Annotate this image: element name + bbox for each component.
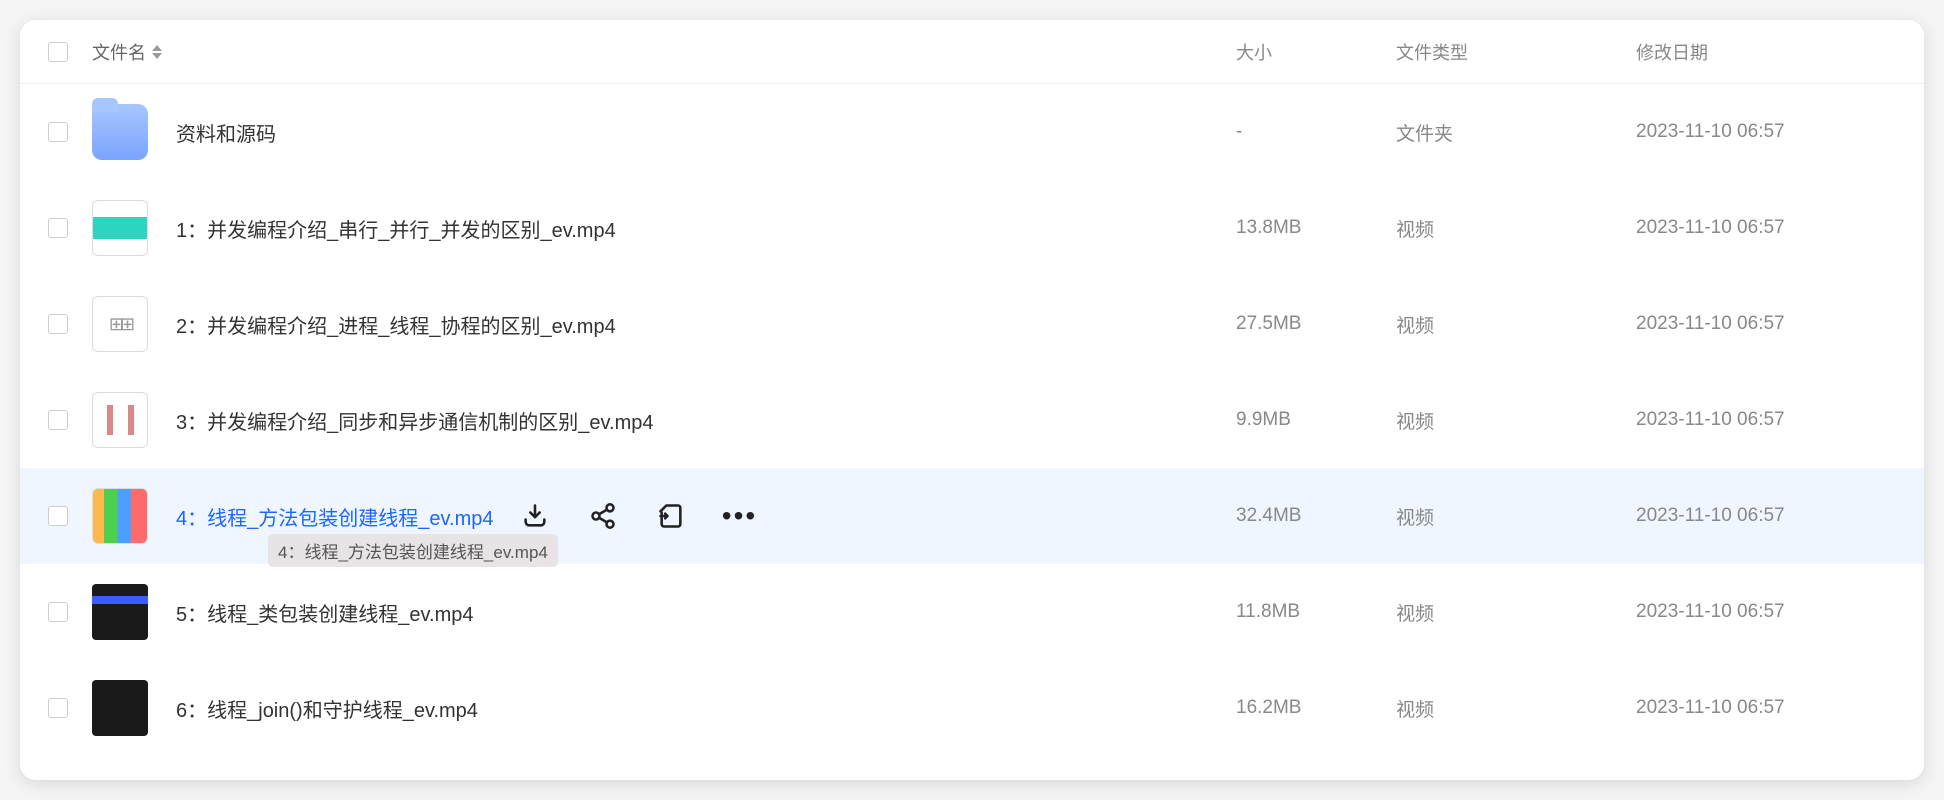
rows-container: 资料和源码 - 文件夹 2023-11-10 06:57 1：并发编程介绍_串行… bbox=[20, 84, 1924, 756]
filename-tooltip: 4：线程_方法包装创建线程_ev.mp4 bbox=[268, 534, 558, 567]
column-header-name-label: 文件名 bbox=[92, 39, 146, 65]
row-checkbox-cell bbox=[48, 698, 92, 718]
date-cell: 2023-11-10 06:57 bbox=[1636, 697, 1896, 719]
row-checkbox-cell bbox=[48, 506, 92, 526]
size-cell: 9.9MB bbox=[1236, 409, 1396, 431]
save-to-icon[interactable] bbox=[657, 502, 685, 530]
file-thumbnail-icon bbox=[92, 296, 148, 352]
row-checkbox-cell bbox=[48, 602, 92, 622]
file-name-label[interactable]: 1：并发编程介绍_串行_并行_并发的区别_ev.mp4 bbox=[176, 214, 616, 243]
file-thumbnail-icon bbox=[92, 104, 148, 160]
file-thumbnail-icon bbox=[92, 584, 148, 640]
type-cell: 视频 bbox=[1396, 407, 1636, 434]
file-list-panel: 文件名 大小 文件类型 修改日期 资料和源码 - 文件夹 2023-11-10 … bbox=[20, 20, 1924, 780]
more-icon[interactable]: ••• bbox=[725, 502, 753, 530]
date-cell: 2023-11-10 06:57 bbox=[1636, 313, 1896, 335]
row-checkbox-cell bbox=[48, 122, 92, 142]
row-checkbox-cell bbox=[48, 410, 92, 430]
type-cell: 视频 bbox=[1396, 311, 1636, 338]
column-header-type[interactable]: 文件类型 bbox=[1396, 39, 1636, 65]
file-thumbnail-icon bbox=[92, 488, 148, 544]
column-header-name[interactable]: 文件名 bbox=[92, 39, 1236, 65]
file-name-label[interactable]: 4：线程_方法包装创建线程_ev.mp4 bbox=[176, 502, 493, 531]
row-actions: ••• bbox=[521, 502, 793, 530]
table-row[interactable]: 2：并发编程介绍_进程_线程_协程的区别_ev.mp4 27.5MB 视频 20… bbox=[20, 276, 1924, 372]
row-checkbox[interactable] bbox=[48, 122, 68, 142]
file-name-label[interactable]: 6：线程_join()和守护线程_ev.mp4 bbox=[176, 694, 478, 723]
file-thumbnail-icon bbox=[92, 200, 148, 256]
column-header-date[interactable]: 修改日期 bbox=[1636, 39, 1896, 65]
select-all-cell bbox=[48, 42, 92, 62]
table-row[interactable]: 3：并发编程介绍_同步和异步通信机制的区别_ev.mp4 9.9MB 视频 20… bbox=[20, 372, 1924, 468]
row-checkbox[interactable] bbox=[48, 410, 68, 430]
date-cell: 2023-11-10 06:57 bbox=[1636, 601, 1896, 623]
row-checkbox-cell bbox=[48, 218, 92, 238]
table-row[interactable]: 6：线程_join()和守护线程_ev.mp4 16.2MB 视频 2023-1… bbox=[20, 660, 1924, 756]
name-cell: 4：线程_方法包装创建线程_ev.mp4 ••• bbox=[92, 488, 1236, 544]
row-checkbox[interactable] bbox=[48, 314, 68, 334]
select-all-checkbox[interactable] bbox=[48, 42, 68, 62]
column-header-size[interactable]: 大小 bbox=[1236, 39, 1396, 65]
row-checkbox-cell bbox=[48, 314, 92, 334]
size-cell: 11.8MB bbox=[1236, 601, 1396, 623]
row-checkbox[interactable] bbox=[48, 506, 68, 526]
name-cell: 1：并发编程介绍_串行_并行_并发的区别_ev.mp4 bbox=[92, 200, 1236, 256]
file-thumbnail-icon bbox=[92, 392, 148, 448]
date-cell: 2023-11-10 06:57 bbox=[1636, 121, 1896, 143]
table-header: 文件名 大小 文件类型 修改日期 bbox=[20, 20, 1924, 84]
date-cell: 2023-11-10 06:57 bbox=[1636, 409, 1896, 431]
file-name-label[interactable]: 5：线程_类包装创建线程_ev.mp4 bbox=[176, 598, 473, 627]
file-name-label[interactable]: 3：并发编程介绍_同步和异步通信机制的区别_ev.mp4 bbox=[176, 406, 653, 435]
row-checkbox[interactable] bbox=[48, 602, 68, 622]
share-icon[interactable] bbox=[589, 502, 617, 530]
file-name-label[interactable]: 2：并发编程介绍_进程_线程_协程的区别_ev.mp4 bbox=[176, 310, 616, 339]
download-icon[interactable] bbox=[521, 502, 549, 530]
sort-icon bbox=[152, 45, 162, 59]
size-cell: 27.5MB bbox=[1236, 313, 1396, 335]
size-cell: 16.2MB bbox=[1236, 697, 1396, 719]
table-row[interactable]: 5：线程_类包装创建线程_ev.mp4 11.8MB 视频 2023-11-10… bbox=[20, 564, 1924, 660]
size-cell: 13.8MB bbox=[1236, 217, 1396, 239]
date-cell: 2023-11-10 06:57 bbox=[1636, 505, 1896, 527]
name-cell: 3：并发编程介绍_同步和异步通信机制的区别_ev.mp4 bbox=[92, 392, 1236, 448]
type-cell: 文件夹 bbox=[1396, 119, 1636, 146]
row-checkbox[interactable] bbox=[48, 218, 68, 238]
date-cell: 2023-11-10 06:57 bbox=[1636, 217, 1896, 239]
type-cell: 视频 bbox=[1396, 215, 1636, 242]
name-cell: 6：线程_join()和守护线程_ev.mp4 bbox=[92, 680, 1236, 736]
row-checkbox[interactable] bbox=[48, 698, 68, 718]
name-cell: 2：并发编程介绍_进程_线程_协程的区别_ev.mp4 bbox=[92, 296, 1236, 352]
name-cell: 资料和源码 bbox=[92, 104, 1236, 160]
type-cell: 视频 bbox=[1396, 503, 1636, 530]
file-thumbnail-icon bbox=[92, 680, 148, 736]
table-row[interactable]: 1：并发编程介绍_串行_并行_并发的区别_ev.mp4 13.8MB 视频 20… bbox=[20, 180, 1924, 276]
name-cell: 5：线程_类包装创建线程_ev.mp4 bbox=[92, 584, 1236, 640]
size-cell: - bbox=[1236, 121, 1396, 143]
table-row[interactable]: 4：线程_方法包装创建线程_ev.mp4 ••• 32.4MB 视频 2023-… bbox=[20, 468, 1924, 564]
table-row[interactable]: 资料和源码 - 文件夹 2023-11-10 06:57 bbox=[20, 84, 1924, 180]
file-name-label[interactable]: 资料和源码 bbox=[176, 118, 276, 147]
type-cell: 视频 bbox=[1396, 599, 1636, 626]
size-cell: 32.4MB bbox=[1236, 505, 1396, 527]
type-cell: 视频 bbox=[1396, 695, 1636, 722]
